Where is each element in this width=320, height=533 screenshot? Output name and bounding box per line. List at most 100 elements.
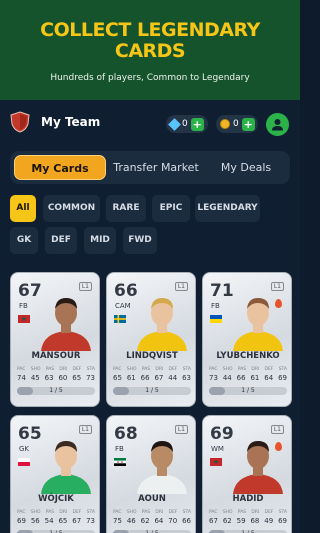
stat-value: 73 (86, 374, 95, 382)
stat-header: STA (182, 510, 191, 515)
stat-headers: PAC SHO PAS DRI DEF STA (17, 510, 95, 515)
filter-legendary[interactable]: LEGENDARY (195, 195, 260, 222)
main-tabs: My Cards Transfer Market My Deals (10, 151, 290, 184)
stat-header: DEF (168, 510, 178, 515)
stat-value: 61 (250, 374, 260, 382)
player-card[interactable]: 66 CAM L1 LINDQVIST PAC SHO PAS DRI DEF STA 65 61 6… (106, 272, 196, 407)
add-gems-button[interactable]: + (190, 117, 204, 131)
player-card[interactable]: 69 WM L1 HADID PAC SHO PAS DRI DEF STA 67 62 59 68 49… (202, 415, 292, 533)
stat-header: DEF (264, 510, 274, 515)
filter-epic[interactable]: EPIC (152, 195, 190, 222)
stat-header: DEF (264, 367, 274, 372)
stat-values: 69 56 54 65 67 73 (17, 517, 95, 525)
tab-my-cards[interactable]: My Cards (14, 155, 106, 180)
stat-header: DRI (155, 510, 164, 515)
filter-def[interactable]: DEF (45, 227, 77, 254)
stat-header: SHO (222, 367, 233, 372)
stat-headers: PAC SHO PAS DRI DEF STA (113, 510, 191, 515)
stat-header: STA (278, 510, 287, 515)
player-card[interactable]: 67 FB L1 MANSOUR PAC SHO PAS DRI DEF STA 74 45 63 60… (10, 272, 100, 407)
stat-headers: PAC SHO PAS DRI DEF STA (113, 367, 191, 372)
stat-header: PAC (17, 510, 26, 515)
app-screen: My Team 0 + 0 + My Cards Transfer Market… (0, 100, 300, 533)
filter-all[interactable]: All (10, 195, 36, 222)
promo-title-line1: COLLECT LEGENDARY (40, 19, 260, 41)
stat-header: PAC (113, 510, 122, 515)
filter-rare[interactable]: RARE (106, 195, 146, 222)
stat-header: PAS (237, 510, 247, 515)
stat-value: 75 (113, 517, 122, 525)
stat-header: STA (86, 367, 95, 372)
stat-value: 44 (168, 374, 178, 382)
stat-value: 63 (44, 374, 54, 382)
stat-headers: PAC SHO PAS DRI DEF STA (209, 367, 287, 372)
stat-header: DRI (251, 367, 260, 372)
stat-value: 65 (58, 517, 68, 525)
stat-header: STA (278, 367, 287, 372)
stat-value: 62 (140, 517, 150, 525)
stat-value: 64 (154, 517, 164, 525)
user-icon (272, 119, 283, 131)
profile-avatar-button[interactable] (266, 113, 289, 136)
team-title: My Team (41, 115, 101, 129)
player-position: FB (115, 445, 124, 453)
filter-mid[interactable]: MID (84, 227, 116, 254)
stat-header: DRI (251, 510, 260, 515)
tab-my-deals[interactable]: My Deals (206, 155, 286, 180)
sweden-flag-icon (114, 315, 126, 323)
stat-value: 67 (72, 517, 82, 525)
stat-value: 64 (264, 374, 274, 382)
stat-value: 45 (30, 374, 40, 382)
stat-header: STA (182, 367, 191, 372)
card-progress-bar: 1 / 5 (17, 387, 95, 395)
card-level-badge: L1 (78, 425, 92, 434)
player-card[interactable]: 71 FB L1 LYUBCHENKO PAC SHO PAS DRI DEF STA 73 44 6… (202, 272, 292, 407)
stat-values: 65 61 66 67 44 63 (113, 374, 191, 382)
filter-gk[interactable]: GK (10, 227, 38, 254)
stat-value: 66 (140, 374, 150, 382)
player-position: FB (211, 302, 220, 310)
player-name: HADID (232, 494, 264, 504)
filter-common[interactable]: COMMON (43, 195, 100, 222)
stat-value: 69 (17, 517, 26, 525)
card-level-badge: L1 (78, 282, 92, 291)
add-coins-button[interactable]: + (241, 117, 255, 131)
stat-header: SHO (126, 367, 137, 372)
player-photo (233, 441, 283, 494)
promo-subtitle: Hundreds of players, Common to Legendary (50, 73, 250, 83)
stat-header: SHO (126, 510, 137, 515)
card-level-badge: L1 (174, 282, 188, 291)
stat-value: 66 (236, 374, 246, 382)
player-card[interactable]: 65 GK L1 WÓJCIK PAC SHO PAS DRI DEF STA 69 56 54 65 6… (10, 415, 100, 533)
stat-header: SHO (30, 510, 41, 515)
stat-value: 61 (126, 374, 136, 382)
player-position: CAM (115, 302, 131, 310)
stat-header: PAS (45, 367, 55, 372)
stat-header: DEF (72, 510, 82, 515)
filter-fwd[interactable]: FWD (123, 227, 157, 254)
stat-value: 60 (58, 374, 68, 382)
player-card[interactable]: 68 FB L1 AOUN PAC SHO PAS DRI DEF STA 75 46 62 64 70 6… (106, 415, 196, 533)
stat-header: DRI (59, 367, 68, 372)
morocco-flag-icon (210, 458, 222, 466)
stat-value: 69 (278, 517, 287, 525)
player-photo (137, 441, 187, 494)
player-photo (233, 298, 283, 351)
player-name: AOUN (138, 494, 166, 504)
promo-title-line2: CARDS (114, 40, 186, 62)
tab-transfer-market[interactable]: Transfer Market (108, 155, 204, 180)
stat-header: DEF (72, 367, 82, 372)
stat-value: 66 (182, 517, 191, 525)
stat-value: 63 (182, 374, 191, 382)
morocco-flag-icon (18, 315, 30, 323)
player-photo (41, 298, 91, 351)
stat-header: PAC (209, 510, 218, 515)
progress-text: 1 / 5 (49, 387, 63, 394)
progress-text: 1 / 5 (241, 387, 255, 394)
stat-values: 75 46 62 64 70 66 (113, 517, 191, 525)
stat-header: SHO (222, 510, 233, 515)
ukraine-flag-icon (210, 315, 222, 323)
stat-header: DEF (168, 367, 178, 372)
stat-header: PAC (17, 367, 26, 372)
stat-value: 44 (222, 374, 232, 382)
